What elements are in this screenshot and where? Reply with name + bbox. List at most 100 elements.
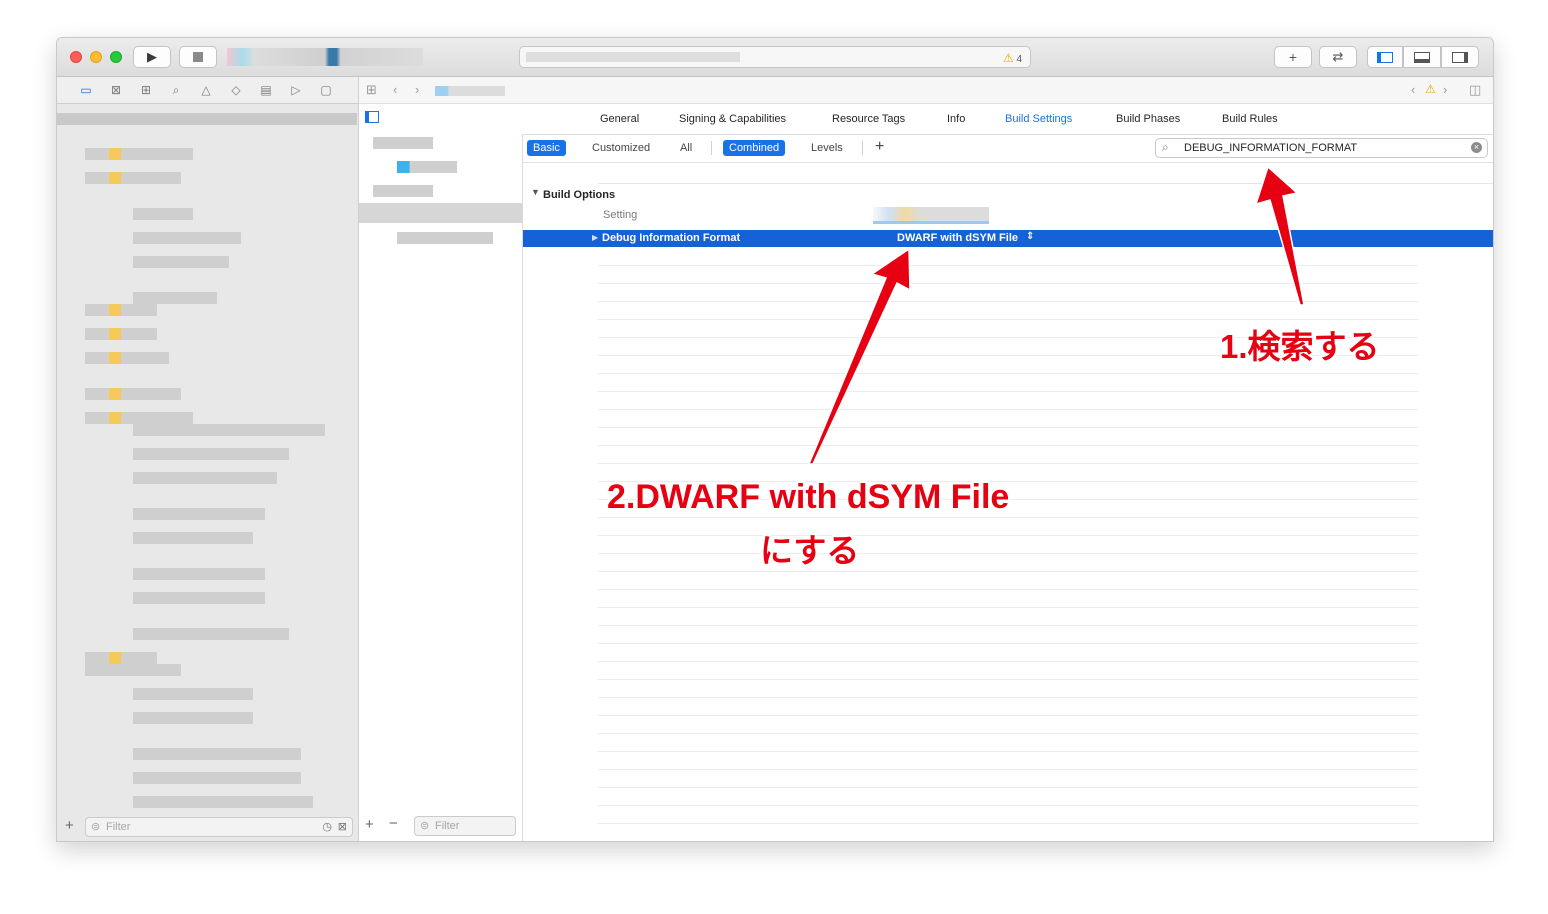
split-editor-icon[interactable]: ◫ <box>1469 82 1481 98</box>
list-item[interactable] <box>133 592 265 604</box>
list-item[interactable] <box>133 688 253 700</box>
list-item[interactable] <box>133 208 193 220</box>
debug-area-toggle-button[interactable] <box>1403 46 1441 68</box>
list-item[interactable] <box>133 532 253 544</box>
grid-row-line <box>598 733 1418 734</box>
list-item[interactable] <box>133 472 277 484</box>
tab-build-rules[interactable]: Build Rules <box>1222 113 1278 125</box>
remove-target-icon[interactable]: − <box>389 815 398 832</box>
add-setting-button[interactable]: + <box>875 138 884 156</box>
levels-view-button[interactable]: Levels <box>805 140 849 156</box>
list-item[interactable] <box>133 424 325 436</box>
back-chevron-icon[interactable]: ‹ <box>393 82 397 97</box>
list-item[interactable] <box>133 796 313 808</box>
list-item[interactable] <box>85 652 157 664</box>
basic-filter-button[interactable]: Basic <box>527 140 566 156</box>
navigator-filter-field[interactable]: ⊜ Filter ◷ ⊠ <box>85 817 353 837</box>
list-item[interactable] <box>133 292 217 304</box>
minimize-window-button[interactable] <box>90 51 102 63</box>
tab-build-phases[interactable]: Build Phases <box>1116 113 1180 125</box>
list-item[interactable] <box>133 772 301 784</box>
tab-info[interactable]: Info <box>947 113 965 125</box>
grid-row-line <box>598 679 1418 680</box>
expand-triangle-icon[interactable]: ▶ <box>592 233 598 242</box>
find-icon[interactable]: ⌕ <box>168 82 184 98</box>
list-item[interactable] <box>133 712 253 724</box>
recent-clock-icon[interactable]: ◷ <box>322 818 332 836</box>
inspector-toggle-button[interactable] <box>1441 46 1479 68</box>
list-item[interactable] <box>85 388 181 400</box>
grid-row-line <box>598 751 1418 752</box>
forward-chevron-icon[interactable]: › <box>415 82 419 97</box>
breakpoint-icon[interactable]: ▷ <box>288 82 304 98</box>
source-control-icon[interactable]: ⊠ <box>108 82 124 98</box>
list-item[interactable] <box>85 148 193 160</box>
settings-search-field[interactable]: ⌕ × <box>1155 138 1488 158</box>
navigator-toggle-button[interactable] <box>1367 46 1403 68</box>
list-item[interactable] <box>85 412 193 424</box>
combined-view-button[interactable]: Combined <box>723 140 786 156</box>
list-item[interactable] <box>359 203 522 223</box>
test-diamond-icon[interactable]: ◇ <box>228 82 244 98</box>
add-target-icon[interactable]: + <box>365 816 374 833</box>
list-item[interactable] <box>85 328 157 340</box>
setting-column-header: Setting <box>603 209 638 221</box>
tab-signing-capabilities[interactable]: Signing & Capabilities <box>679 113 786 125</box>
folder-icon[interactable]: ▭ <box>78 82 94 98</box>
tab-general[interactable]: General <box>600 113 639 125</box>
list-item[interactable] <box>397 232 493 244</box>
list-item[interactable] <box>133 448 289 460</box>
target-list-toggle-icon[interactable] <box>365 111 379 123</box>
target-filter-field[interactable]: ⊜ Filter <box>414 816 516 836</box>
scheme-selector[interactable] <box>227 48 423 66</box>
list-item[interactable] <box>133 628 289 640</box>
navigator-filter-placeholder: Filter <box>106 821 131 833</box>
issue-warning-icon[interactable]: ⚠ <box>1425 82 1436 96</box>
next-issue-icon[interactable]: › <box>1443 82 1447 97</box>
library-button[interactable]: + <box>1274 46 1312 68</box>
list-item[interactable] <box>133 508 265 520</box>
customized-filter-button[interactable]: Customized <box>586 140 656 156</box>
folder-icon <box>109 352 121 364</box>
clear-search-icon[interactable]: × <box>1471 142 1482 153</box>
previous-issue-icon[interactable]: ‹ <box>1411 82 1415 97</box>
debug-icon[interactable]: ▤ <box>258 82 274 98</box>
stop-icon <box>193 52 203 62</box>
list-item[interactable] <box>133 568 265 580</box>
breadcrumb[interactable] <box>435 86 505 96</box>
list-item[interactable] <box>85 352 169 364</box>
zoom-window-button[interactable] <box>110 51 122 63</box>
setting-value[interactable]: DWARF with dSYM File <box>897 232 1018 244</box>
stop-button[interactable] <box>179 46 217 68</box>
issue-warning-icon[interactable]: △ <box>198 82 214 98</box>
code-review-button[interactable]: ⇄ <box>1319 46 1357 68</box>
list-item[interactable] <box>373 185 433 197</box>
list-item[interactable] <box>373 137 433 149</box>
disclosure-triangle-icon[interactable]: ▼ <box>531 187 540 197</box>
popup-stepper-icon[interactable]: ⇕ <box>1026 231 1034 242</box>
list-item[interactable] <box>397 161 457 173</box>
list-item[interactable] <box>133 232 241 244</box>
search-input[interactable] <box>1184 141 1464 155</box>
list-item[interactable] <box>85 664 181 676</box>
list-item[interactable] <box>133 256 229 268</box>
editor-tab-bar: General Signing & Capabilities Resource … <box>359 104 1493 135</box>
close-window-button[interactable] <box>70 51 82 63</box>
report-icon[interactable]: ▢ <box>318 82 334 98</box>
grid-row-line <box>598 823 1418 824</box>
add-file-icon[interactable]: + <box>65 817 74 834</box>
list-item[interactable] <box>85 304 157 316</box>
run-button[interactable]: ▶ <box>133 46 171 68</box>
related-items-icon[interactable]: ⊞ <box>366 82 377 98</box>
scm-filter-icon[interactable]: ⊠ <box>338 818 347 836</box>
all-filter-button[interactable]: All <box>674 140 698 156</box>
list-item[interactable] <box>85 172 181 184</box>
list-item[interactable] <box>133 748 301 760</box>
tab-build-settings[interactable]: Build Settings <box>1005 113 1072 125</box>
activity-view[interactable]: ⚠ 4 <box>519 46 1031 68</box>
warning-counter[interactable]: ⚠ 4 <box>1003 51 1022 65</box>
list-item[interactable] <box>57 113 357 125</box>
hierarchy-icon[interactable]: ⊞ <box>138 82 154 98</box>
tab-resource-tags[interactable]: Resource Tags <box>832 113 905 125</box>
setting-row-debug-information-format[interactable]: ▶ Debug Information Format DWARF with dS… <box>523 230 1493 247</box>
